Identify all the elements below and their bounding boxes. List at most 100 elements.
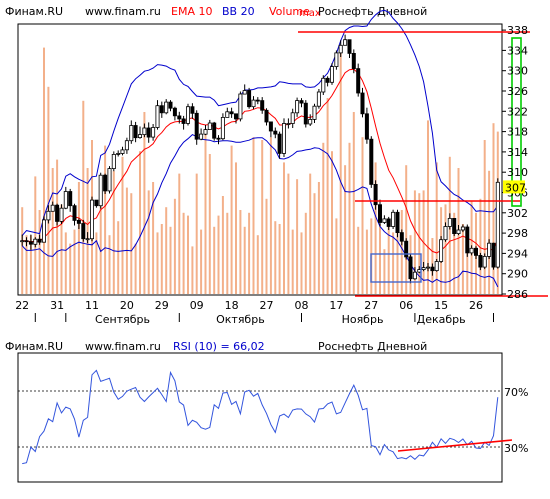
bb-legend: BB 20	[222, 5, 255, 18]
volume-bar	[418, 193, 421, 294]
volume-bar	[405, 165, 408, 294]
volume-bar	[265, 198, 268, 294]
candle-body	[20, 240, 25, 243]
candle-body	[356, 68, 361, 94]
month-label: Декабрь	[417, 313, 466, 326]
candle-body	[290, 112, 295, 124]
candle-body	[308, 119, 313, 125]
volume-bar	[335, 218, 338, 294]
candle-body	[72, 205, 77, 221]
volume-bar	[112, 170, 115, 294]
candle-body	[495, 181, 500, 268]
candle-body	[98, 174, 103, 207]
volume-bar	[187, 215, 189, 294]
candle-body	[369, 138, 374, 185]
candle-body	[386, 218, 391, 227]
candle-body	[465, 226, 470, 254]
candle-body	[460, 226, 465, 231]
candle-body	[360, 92, 365, 115]
price-axis: 3383343303263223183143103063022982942902…	[502, 24, 528, 301]
date-tick-label: 27	[364, 299, 378, 312]
candle-body	[273, 130, 278, 135]
main-source-label: Финам.RU	[5, 5, 63, 18]
candle-body	[347, 39, 352, 54]
candle-body	[116, 152, 121, 155]
candle-body	[316, 91, 321, 107]
candle-body	[312, 105, 317, 120]
volume-bar	[169, 226, 172, 294]
rsi-ticker-label: Роснефть Дневной	[318, 340, 427, 353]
candle-body	[46, 210, 51, 221]
volume-bar	[165, 207, 168, 294]
candle-body	[343, 39, 348, 46]
volume-bar	[278, 224, 281, 294]
candle-body	[303, 102, 308, 125]
candle-body	[334, 52, 339, 68]
candle-body	[81, 223, 86, 240]
rsi-url-label: www.finam.ru	[85, 340, 161, 353]
candle-body	[491, 242, 496, 268]
price-tick-label: 298	[507, 227, 528, 240]
price-plot-frame	[17, 23, 503, 296]
candle-body	[55, 204, 60, 222]
volume-bar	[226, 212, 229, 294]
candle-body	[377, 204, 382, 223]
price-tick-label: 338	[507, 24, 528, 37]
volume-bar	[248, 212, 251, 294]
volume-bar	[34, 176, 37, 294]
volume-bar	[173, 198, 176, 294]
price-tick-label: 294	[507, 247, 528, 260]
candle-body	[478, 254, 483, 268]
price-tick-label: 318	[507, 126, 528, 139]
price-tick-label: 310	[507, 166, 528, 179]
candle-body	[164, 101, 169, 114]
volume-bar	[117, 221, 120, 294]
volume-bar	[160, 224, 163, 294]
candle-body	[255, 99, 260, 102]
volume-bar	[352, 112, 355, 294]
candle-body	[456, 229, 461, 234]
volume-bar	[38, 210, 41, 294]
volume-bar	[86, 168, 89, 294]
candle-body	[203, 129, 208, 135]
candle-body	[103, 174, 108, 192]
candle-body	[146, 127, 151, 138]
volume-bar	[461, 224, 464, 294]
month-label: Сентябрь	[95, 313, 150, 326]
last-price-value: 307	[505, 181, 526, 194]
date-tick-label: 31	[50, 299, 64, 312]
volume-bar	[191, 246, 194, 294]
volume-bar	[230, 145, 233, 294]
date-tick-label: 17	[329, 299, 343, 312]
volume-bar	[274, 221, 277, 294]
volume-bar	[130, 193, 133, 294]
candle-body	[28, 241, 33, 245]
candle-body	[120, 149, 125, 154]
candle-body	[172, 107, 177, 117]
candle-body	[434, 261, 439, 272]
volume-bar	[435, 162, 438, 294]
candle-body	[199, 133, 204, 140]
candle-body	[421, 267, 426, 271]
volume-bar	[488, 170, 491, 294]
candle-body	[295, 100, 300, 114]
date-tick-label: 11	[85, 299, 99, 312]
volume-bar	[256, 235, 259, 294]
volume-bar	[379, 224, 381, 294]
candle-body	[338, 44, 343, 54]
candle-body	[391, 211, 396, 227]
volume-bar	[152, 182, 155, 294]
candle-body	[63, 191, 68, 209]
date-tick-label: 20	[120, 299, 134, 312]
date-tick-label: 08	[295, 299, 309, 312]
candle-body	[185, 106, 190, 124]
rsi-30-label: 30%	[504, 442, 528, 455]
price-tick-label: 290	[507, 268, 528, 281]
price-tick-label: 330	[507, 65, 528, 78]
volume-bar	[357, 226, 360, 294]
candle-body	[37, 238, 42, 243]
rsi-source-label: Финам.RU	[5, 340, 63, 353]
volume-bar	[365, 229, 368, 294]
volume-bar	[125, 187, 128, 294]
date-tick-label: 15	[434, 299, 448, 312]
